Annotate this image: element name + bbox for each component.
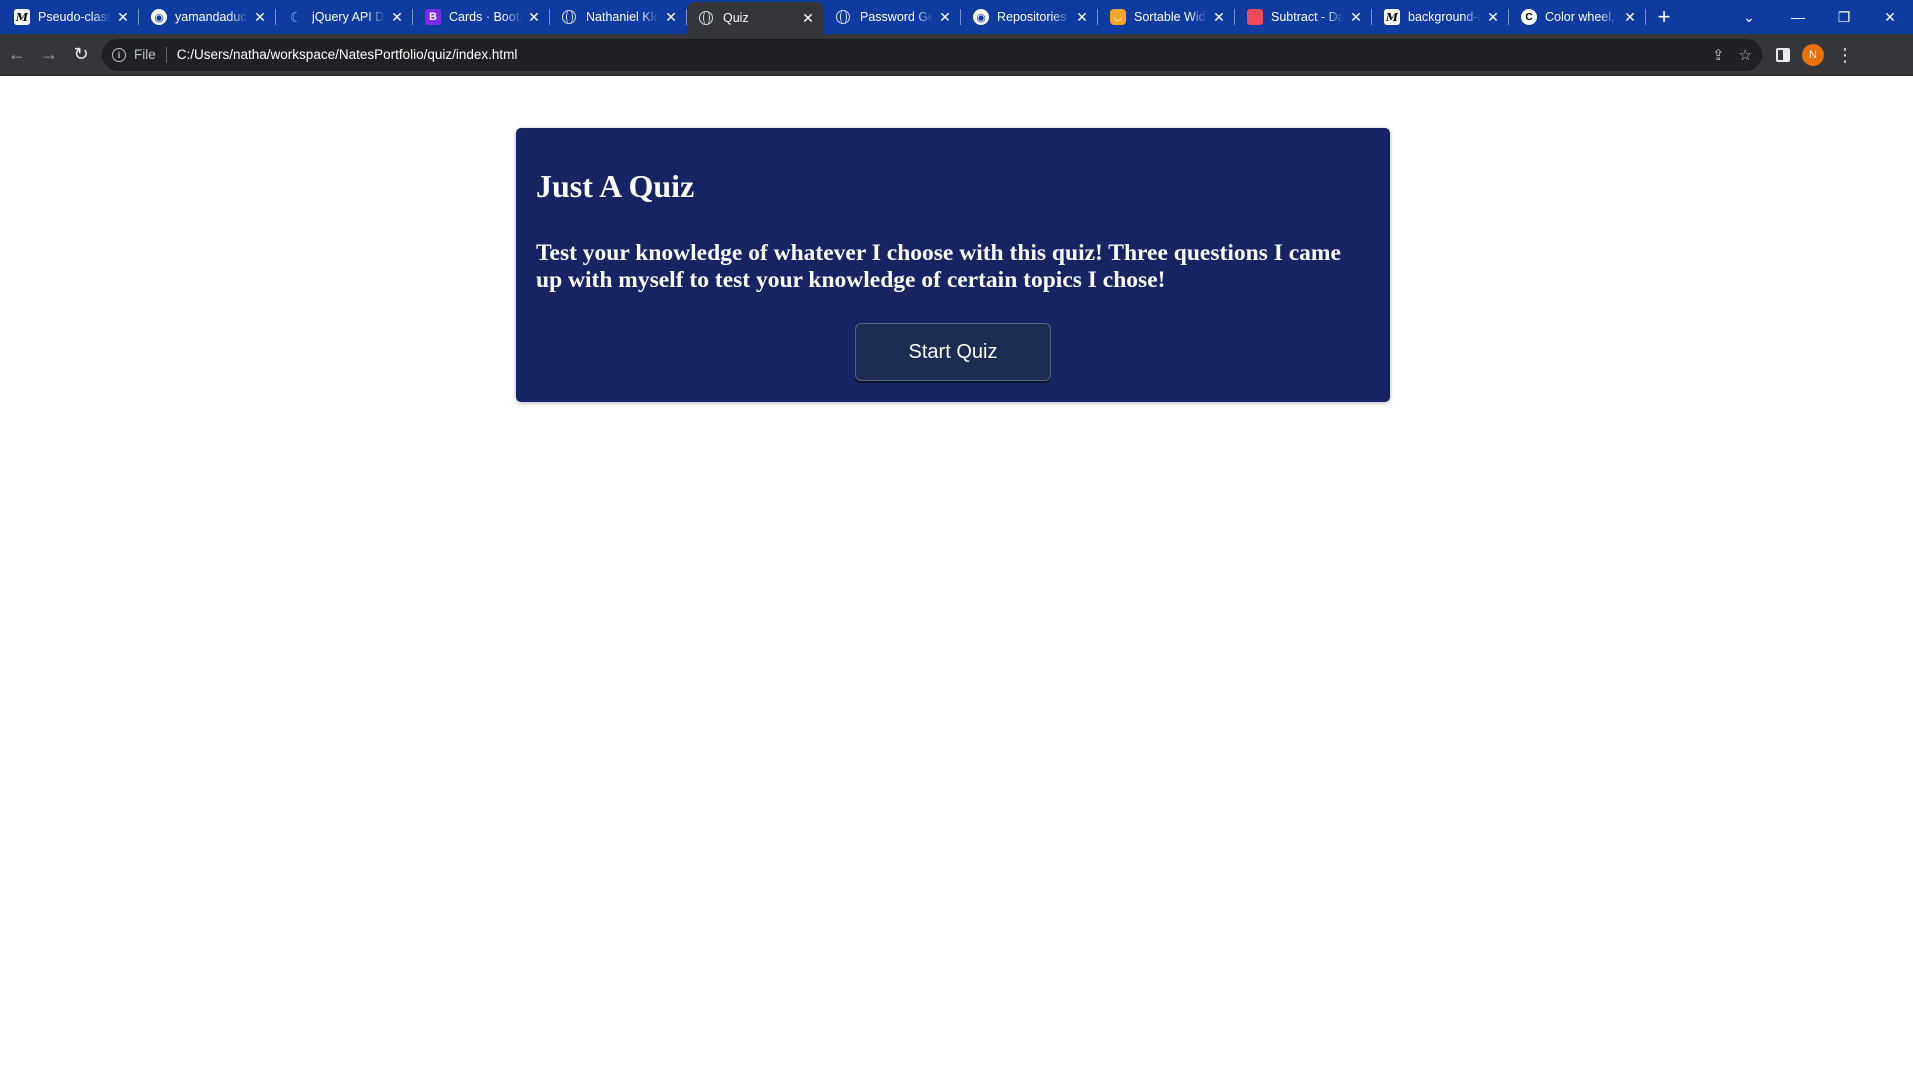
tab-quiz[interactable]: Quiz ✕ [687,2,824,34]
page-title: Just A Quiz [536,168,695,204]
close-icon[interactable]: ✕ [1348,9,1364,25]
reload-icon: ↻ [73,44,89,64]
dayjs-icon [1247,9,1263,25]
tab-title: background-color [1408,10,1481,24]
color-wheel-icon: C [1521,9,1537,25]
tab-jquery-api[interactable]: ☾ jQuery API Documentation ✕ [276,0,413,34]
star-icon[interactable]: ☆ [1739,46,1752,64]
tab-pseudo-classes[interactable]: M Pseudo-classes ✕ [2,0,139,34]
tab-title: Color wheel, a color palette [1545,10,1618,24]
browser-toolbar: ← → ↻ i File C:/Users/natha/workspace/Na… [0,34,1913,76]
bootstrap-icon: B [425,9,441,25]
quiz-card: Just A Quiz Test your knowledge of whate… [516,128,1390,402]
avatar[interactable]: N [1802,43,1824,66]
new-tab-button[interactable]: + [1646,0,1682,34]
page-viewport: Just A Quiz Test your knowledge of whate… [0,77,1913,1080]
close-icon[interactable]: ✕ [115,9,131,25]
tab-sortable-widget[interactable]: ◡ Sortable Widget ✕ [1098,0,1235,34]
tab-title: Subtract - Day.js [1271,10,1344,24]
close-icon[interactable]: ✕ [800,10,816,26]
minimize-button[interactable]: — [1775,0,1821,34]
jquery-icon: ☾ [289,8,303,25]
omnibox-actions: ⇪ ☆ [1712,46,1752,64]
reload-button[interactable]: ↻ [66,40,96,70]
tab-list: M Pseudo-classes ✕ ◉ yamandaduck ✕ ☾ jQu… [0,0,1646,34]
scheme-chip[interactable]: File [134,47,156,62]
url-text[interactable]: C:/Users/natha/workspace/NatesPortfolio/… [177,47,518,62]
address-bar[interactable]: i File C:/Users/natha/workspace/NatesPor… [102,38,1762,71]
tab-title: Password Generator [860,10,933,24]
mdn-icon: M [1384,9,1400,25]
mdn-icon: M [14,9,30,25]
quiz-description: Test your knowledge of whatever I choose… [536,240,1341,293]
tab-separator [1645,9,1646,25]
tab-title: Quiz [723,11,749,25]
close-icon[interactable]: ✕ [937,9,953,25]
github-icon: ◉ [973,9,989,25]
globe-icon [836,9,850,24]
close-icon[interactable]: ✕ [389,9,405,25]
tab-title: Pseudo-classes [38,10,111,24]
tab-strip: M Pseudo-classes ✕ ◉ yamandaduck ✕ ☾ jQu… [0,0,1913,34]
close-icon[interactable]: ✕ [1485,9,1501,25]
forward-button[interactable]: → [34,40,64,70]
tab-yamandaduck[interactable]: ◉ yamandaduck ✕ [139,0,276,34]
globe-icon [562,9,576,24]
close-icon[interactable]: ✕ [252,9,268,25]
tab-bootstrap-cards[interactable]: B Cards · Bootstrap ✕ [413,0,550,34]
tab-nathaniel-klotz[interactable]: Nathaniel Klotz ✕ [550,0,687,34]
tab-title: Cards · Bootstrap [449,10,522,24]
share-icon[interactable]: ⇪ [1712,46,1725,64]
tab-title: Repositories [997,10,1067,24]
close-icon[interactable]: ✕ [1622,9,1638,25]
close-icon[interactable]: ✕ [663,9,679,25]
tab-title: Sortable Widget [1134,10,1207,24]
github-icon: ◉ [151,9,167,25]
info-icon[interactable]: i [112,47,126,62]
close-window-button[interactable]: ✕ [1867,0,1913,34]
tab-repositories[interactable]: ◉ Repositories ✕ [961,0,1098,34]
close-icon[interactable]: ✕ [1211,9,1227,25]
globe-icon [699,10,713,25]
tab-title: jQuery API Documentation [312,10,385,24]
back-button[interactable]: ← [2,40,32,70]
tab-color-wheel[interactable]: C Color wheel, a color palette ✕ [1509,0,1646,34]
tab-title: Nathaniel Klotz [586,10,659,24]
arrow-left-icon: ← [8,44,26,64]
start-quiz-button[interactable]: Start Quiz [855,323,1051,381]
window-controls: ⌄ — ❐ ✕ [1731,0,1913,34]
kebab-menu-icon[interactable]: ⋮ [1836,46,1854,64]
toolbar-right: N ⋮ [1776,43,1854,66]
jquery-ui-icon: ◡ [1110,9,1126,25]
tab-background-color[interactable]: M background-color ✕ [1372,0,1509,34]
tab-title: yamandaduck [175,10,248,24]
tab-subtract-dayjs[interactable]: Subtract - Day.js ✕ [1235,0,1372,34]
close-icon[interactable]: ✕ [526,9,542,25]
divider [165,46,167,63]
restore-button[interactable]: ❐ [1821,0,1867,34]
side-panel-icon[interactable] [1776,47,1790,62]
close-icon[interactable]: ✕ [1074,9,1090,25]
tab-password-generator[interactable]: Password Generator ✕ [824,0,961,34]
tab-search-chevron-icon[interactable]: ⌄ [1731,0,1767,34]
arrow-right-icon: → [40,44,58,64]
